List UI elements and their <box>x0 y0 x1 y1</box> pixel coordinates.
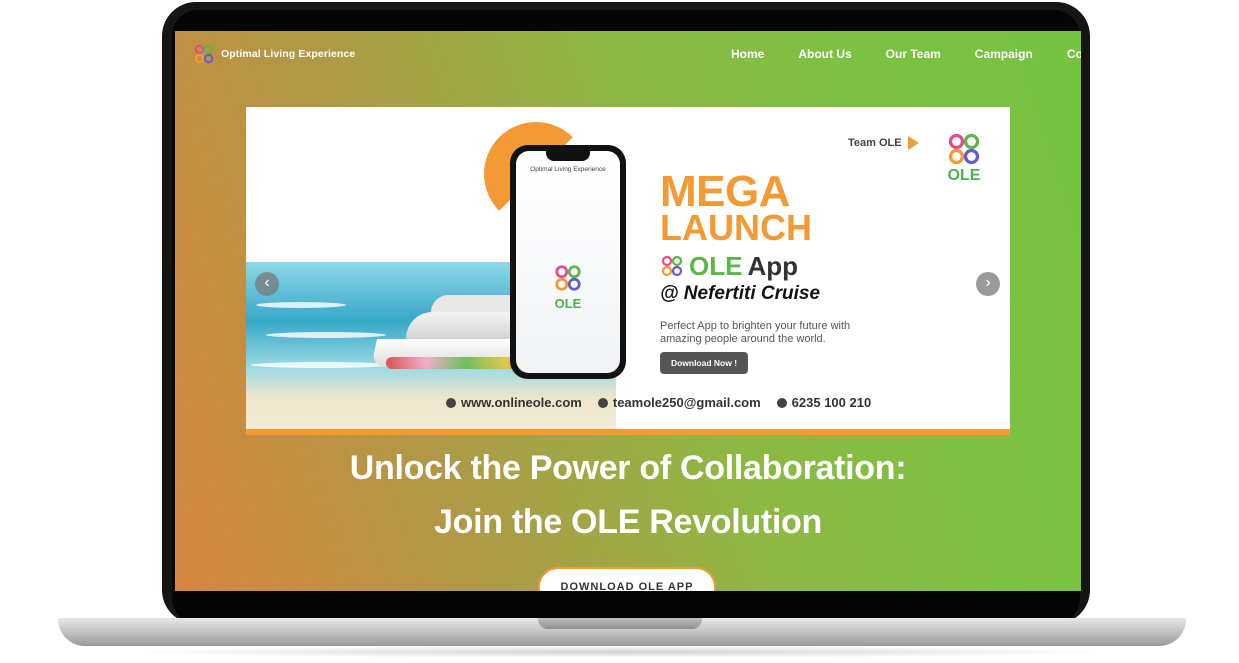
email-text: teamole250@gmail.com <box>612 395 761 410</box>
app-word: App <box>747 250 798 281</box>
hero-heading-line2: Join the OLE Revolution <box>434 503 822 541</box>
email-contact[interactable]: teamole250@gmail.com <box>597 395 761 410</box>
nav-our-team[interactable]: Our Team <box>886 47 941 61</box>
website-text: www.onlineole.com <box>461 395 582 410</box>
ole-logo-text: OLE <box>947 167 981 184</box>
download-ole-app-button[interactable]: DOWNLOAD OLE APP <box>538 567 716 591</box>
nav-campaign[interactable]: Campaign <box>975 47 1033 61</box>
nav-contact[interactable]: Co <box>1067 47 1081 61</box>
mega-heading: MEGA <box>660 167 791 216</box>
ole-logo-icon <box>948 133 980 165</box>
phone-icon <box>776 397 787 408</box>
nav-links: Home About Us Our Team Campaign Co <box>731 31 1081 77</box>
wave <box>256 302 346 308</box>
laptop-notch <box>538 618 702 629</box>
navbar: Optimal Living Experience Home About Us … <box>175 31 1081 77</box>
cruise-location: @ Nefertiti Cruise <box>660 283 821 304</box>
play-triangle-icon <box>907 136 919 150</box>
brand[interactable]: Optimal Living Experience <box>193 43 355 65</box>
nav-home[interactable]: Home <box>731 47 764 61</box>
ole-logo-icon <box>555 265 581 291</box>
phone-title: Optimal Living Experience <box>530 166 606 173</box>
phone-mockup: Optimal Living Experience OLE <box>510 145 626 379</box>
ole-logo-icon <box>194 44 214 64</box>
phone-text: 6235 100 210 <box>791 395 872 410</box>
mail-icon <box>597 397 608 408</box>
phone-screen: Optimal Living Experience OLE <box>516 151 620 373</box>
nav-about-us[interactable]: About Us <box>798 47 851 61</box>
ole-app-title: OLE App <box>660 250 798 281</box>
team-ole-text: Team OLE <box>848 137 902 149</box>
chevron-right-icon[interactable]: › <box>976 272 1000 296</box>
ole-logo-icon <box>661 255 683 277</box>
launch-heading: LAUNCH <box>660 207 812 248</box>
globe-icon <box>446 397 456 408</box>
hero-heading-line1: Unlock the Power of Collaboration: <box>349 449 907 487</box>
laptop-shadow <box>120 646 1120 658</box>
wave <box>266 332 386 338</box>
ole-word: OLE <box>689 250 743 281</box>
brand-name: Optimal Living Experience <box>221 48 356 60</box>
website-contact[interactable]: www.onlineole.com <box>446 395 582 410</box>
laptop-screen: Optimal Living Experience Home About Us … <box>175 31 1081 591</box>
carousel-banner: Optimal Living Experience OLE MEGA LAUNC… <box>246 107 1010 435</box>
banner-accent-bar <box>246 429 1010 435</box>
phone-notch <box>546 151 590 161</box>
team-label: Team OLE <box>848 136 919 150</box>
phone-contact[interactable]: 6235 100 210 <box>776 395 872 410</box>
phone-logo-text: OLE <box>554 296 582 311</box>
wave <box>251 362 391 368</box>
download-now-button[interactable]: Download Now ! <box>660 352 748 374</box>
chevron-left-icon[interactable]: ‹ <box>255 272 279 296</box>
banner-tagline: Perfect App to brighten your future with… <box>660 320 851 345</box>
contact-row: www.onlineole.com teamole250@gmail.com 6… <box>446 395 871 410</box>
